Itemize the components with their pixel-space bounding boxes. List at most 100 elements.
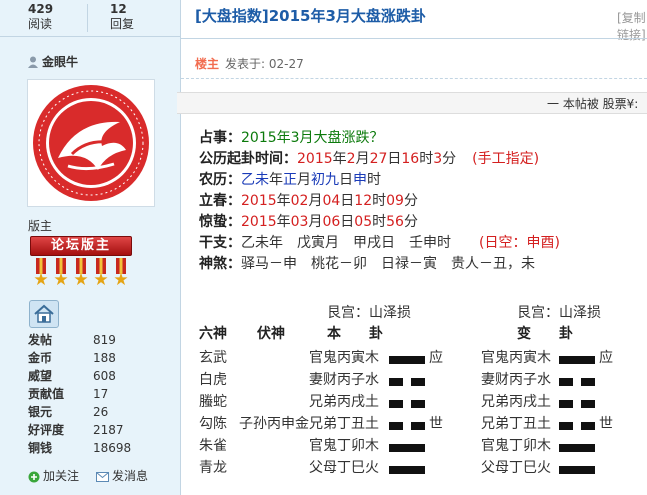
jingzhe-line: 惊蛰：2015年03月06日05时56分 — [199, 212, 418, 232]
medal-icon[interactable]: ★ — [72, 258, 90, 290]
spirit-header: 六神 — [199, 326, 227, 342]
views-label: 阅读 — [28, 17, 53, 31]
profile-row: 银元 26 — [28, 403, 168, 421]
changed-line-graphic — [559, 396, 595, 412]
profile-row: 好评度 2187 — [28, 421, 168, 439]
follow-button[interactable]: 加关注 — [28, 467, 79, 485]
spirit-cell: 玄武 — [199, 350, 227, 366]
jingzhe-month: 03 — [290, 214, 309, 230]
profile-value: 819 — [93, 333, 116, 347]
yin-line-icon — [389, 400, 425, 408]
changed-line-text: 官鬼丙寅木 — [481, 350, 551, 366]
base-line-text: 官鬼丙寅木 — [309, 350, 379, 366]
lunar-month: 正 — [283, 172, 297, 188]
lunar-year: 乙未 — [241, 172, 269, 188]
post-time: 发表于: 02-27 — [225, 57, 304, 71]
changed-line-mark: 应 — [599, 350, 613, 366]
views-stat: 429 阅读 — [28, 2, 53, 32]
yin-line-icon — [559, 378, 595, 386]
yin-line-icon — [389, 422, 425, 430]
hidden-header: 伏神 — [257, 326, 285, 342]
changed-line-text: 兄弟丁丑土 — [481, 416, 551, 432]
title-divider — [181, 38, 647, 39]
profile-row: 铜钱 18698 — [28, 439, 168, 457]
lunar-day-unit: 日 — [339, 172, 353, 188]
yin-line-icon — [559, 400, 595, 408]
avatar[interactable] — [27, 79, 155, 207]
lichun-minute-unit: 分 — [403, 193, 418, 209]
yang-line-icon — [559, 466, 595, 474]
base-line-text: 父母丁巳火 — [309, 460, 379, 476]
message-label: 发消息 — [112, 469, 149, 483]
gregorian-hour: 16 — [401, 151, 420, 167]
send-message-button[interactable]: 发消息 — [96, 467, 148, 485]
jingzhe-minute: 56 — [386, 214, 404, 230]
question-key: 占事： — [199, 130, 241, 146]
notice-text[interactable]: 一 本帖被 股票¥: — [547, 95, 638, 112]
replies-label: 回复 — [110, 17, 135, 31]
ganzhi-value: 乙未年 戊寅月 甲戌日 壬申时 — [241, 235, 451, 251]
void-days: (日空：申酉) — [479, 235, 560, 251]
user-icon — [28, 56, 38, 68]
lichun-month: 02 — [290, 193, 309, 209]
base-line-graphic — [389, 418, 425, 434]
lunar-hour: 申 — [353, 172, 367, 188]
medal-icon[interactable]: ★ — [32, 258, 50, 290]
notice-bar: 一 本帖被 股票¥: — [177, 92, 647, 114]
jingzhe-day: 06 — [322, 214, 341, 230]
base-line-text: 兄弟丁丑土 — [309, 416, 379, 432]
medal-icon[interactable]: ★ — [112, 258, 130, 290]
lunar-month-unit: 月 — [297, 172, 311, 188]
lichun-year-unit: 年 — [276, 193, 291, 209]
yang-line-icon — [389, 444, 425, 452]
jingzhe-minute-unit: 分 — [403, 214, 418, 230]
base-line-graphic — [389, 352, 425, 368]
medal-icon[interactable]: ★ — [92, 258, 110, 290]
house-icon — [34, 304, 54, 323]
changed-line-graphic — [559, 352, 595, 368]
lunar-day: 初九 — [311, 172, 339, 188]
jingzhe-day-unit: 日 — [340, 214, 355, 230]
profile-value: 26 — [93, 405, 109, 419]
spirit-cell: 白虎 — [199, 372, 227, 388]
lunar-hour-unit: 时 — [367, 172, 381, 188]
profile-value: 608 — [93, 369, 116, 383]
jingzhe-month-unit: 月 — [308, 214, 323, 230]
yin-line-icon — [389, 378, 425, 386]
post-main: [大盘指数]2015年3月大盘涨跌卦 [复制链接] 楼主 发表于: 02-27 一… — [177, 0, 647, 495]
home-page-button[interactable] — [29, 300, 59, 328]
base-line-text: 妻财丙子水 — [309, 372, 379, 388]
changed-line-graphic — [559, 462, 595, 478]
manual-note: (手工指定) — [472, 151, 540, 167]
jingzhe-hour: 05 — [354, 214, 373, 230]
profile-key: 威望 — [28, 369, 53, 383]
ganzhi-key: 干支： — [199, 235, 241, 251]
gregorian-day-unit: 日 — [387, 151, 402, 167]
yin-line-icon — [559, 422, 595, 430]
gregorian-line: 公历起卦时间：2015年2月27日16时3分 (手工指定) — [199, 149, 539, 169]
base-line-graphic — [389, 396, 425, 412]
changed-line-text: 官鬼丁卯木 — [481, 438, 551, 454]
base-line-graphic — [389, 374, 425, 390]
lichun-day-unit: 日 — [340, 193, 355, 209]
profile-value: 188 — [93, 351, 116, 365]
hidden-spirit-cell: 子孙丙申金 — [239, 416, 309, 432]
medal-icon[interactable]: ★ — [52, 258, 70, 290]
gregorian-month-unit: 月 — [355, 151, 370, 167]
profile-key: 金币 — [28, 351, 53, 365]
username[interactable]: 金眼牛 — [42, 53, 78, 70]
jingzhe-year: 2015 — [241, 214, 277, 230]
replies-count: 12 — [110, 2, 127, 16]
user-rank: 版主 — [28, 219, 53, 233]
base-line-graphic — [389, 440, 425, 456]
jingzhe-key: 惊蛰： — [199, 214, 241, 230]
user-actions: 加关注 发消息 — [28, 467, 178, 485]
stats-divider — [87, 4, 88, 32]
lunar-year-unit: 年 — [269, 172, 283, 188]
lichun-hour: 12 — [354, 193, 373, 209]
question-line: 占事：2015年3月大盘涨跌？ — [199, 128, 384, 148]
meta-divider — [181, 78, 647, 80]
yang-line-icon — [389, 356, 425, 364]
changed-palace: 艮宫：山泽损 — [517, 305, 601, 321]
shensha-line: 神煞：驿马－申 桃花－卯 日禄－寅 贵人－丑，未 — [199, 254, 535, 274]
